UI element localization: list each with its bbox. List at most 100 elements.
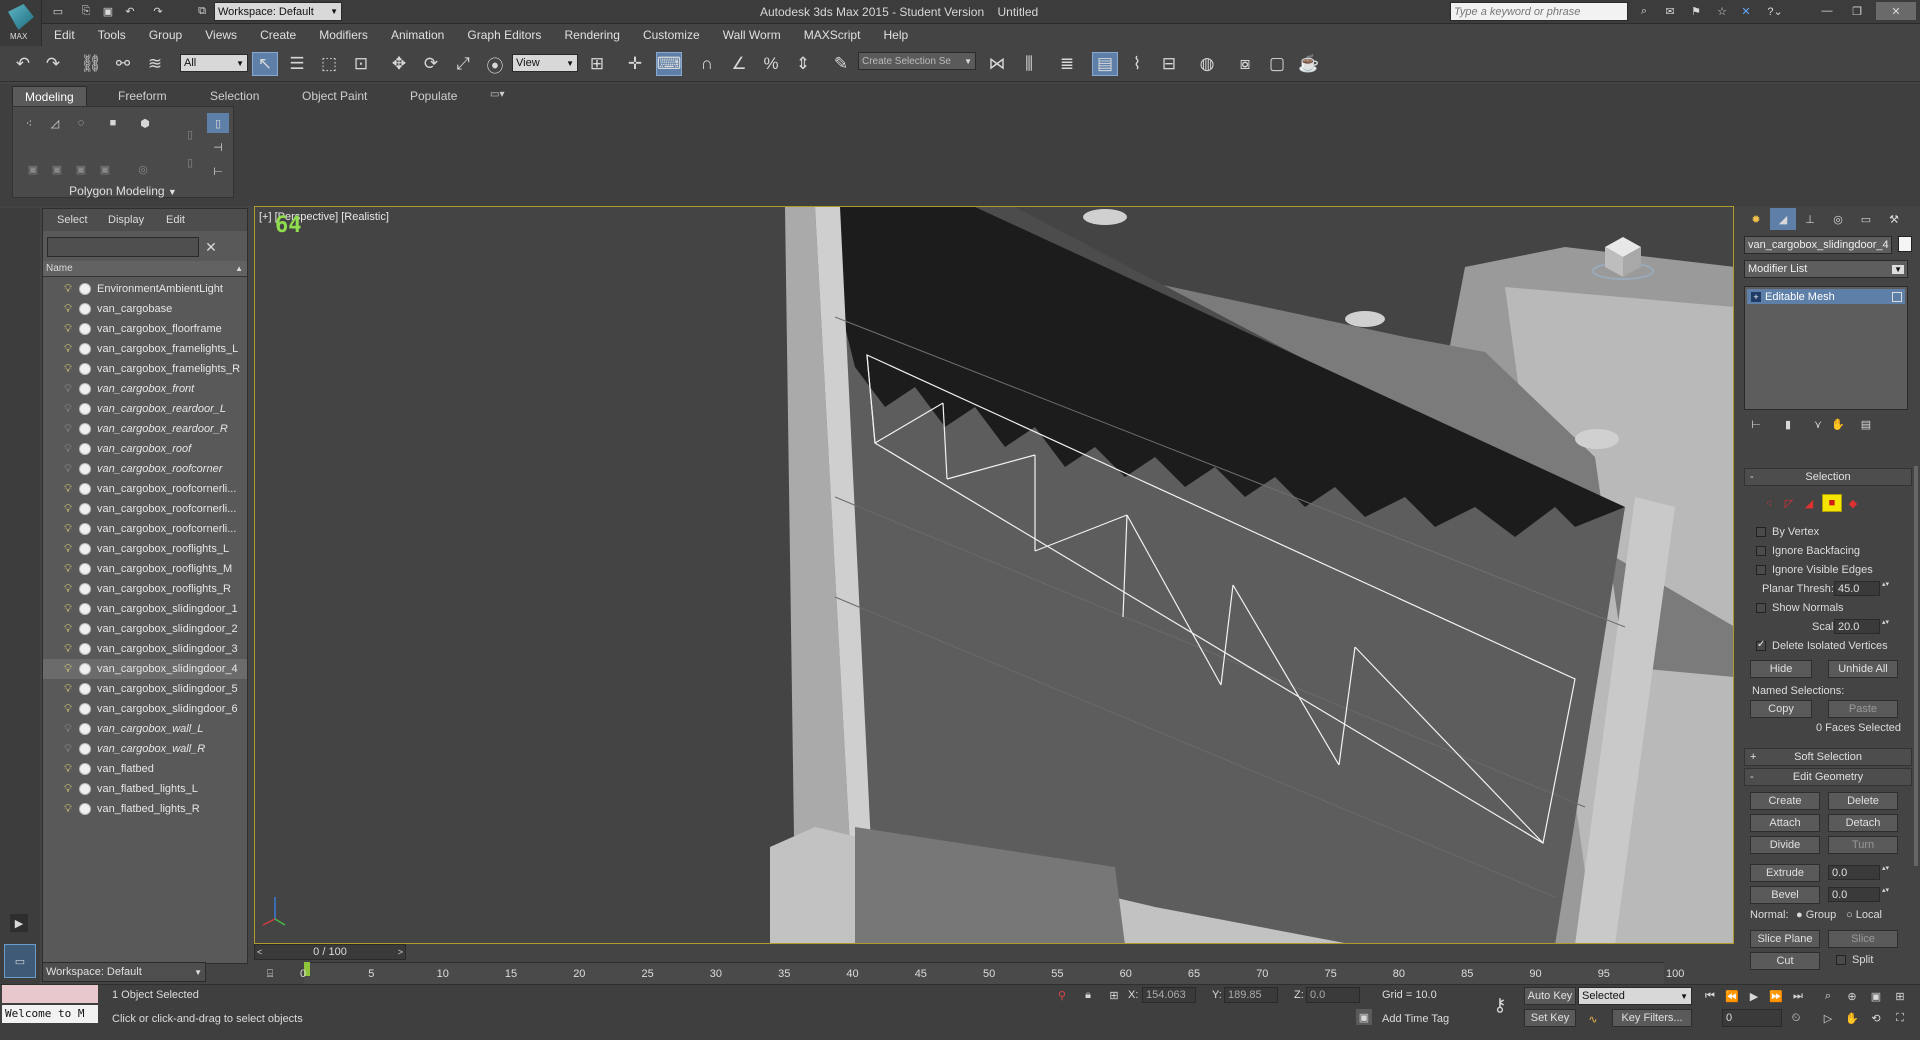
motion-tab-icon[interactable]: ◎: [1826, 208, 1850, 230]
ribbon-side-icon-1[interactable]: ▯: [179, 123, 201, 145]
light-bulb-icon[interactable]: 💡︎: [63, 603, 73, 615]
absolute-mode-icon[interactable]: ⊞: [1106, 987, 1122, 1003]
hide-button[interactable]: Hide: [1750, 660, 1812, 678]
scene-tree-row[interactable]: 💡︎ van_cargobox_slidingdoor_3: [43, 639, 247, 659]
undo-icon[interactable]: ↶: [10, 52, 36, 76]
sub-object-icon-4[interactable]: ▣: [95, 159, 115, 179]
edge-icon[interactable]: ◿: [45, 113, 65, 133]
local-radio[interactable]: ○ Local: [1846, 909, 1882, 921]
scene-tree-row[interactable]: 💡︎ van_flatbed_lights_L: [43, 779, 247, 799]
clear-filter-icon[interactable]: ✕: [203, 239, 219, 255]
scene-tree-row[interactable]: 💡︎ van_cargobox_wall_R: [43, 739, 247, 759]
modify-tab-icon[interactable]: ◢: [1770, 208, 1796, 230]
rectangular-selection-icon[interactable]: ⬚: [316, 52, 342, 76]
group-radio[interactable]: ● Group: [1796, 909, 1836, 921]
prev-frame-icon[interactable]: <: [257, 947, 262, 957]
scene-tree-row[interactable]: 💡︎ van_cargobox_roofcornerli...: [43, 499, 247, 519]
delete-isolated-checkbox[interactable]: Delete Isolated Vertices: [1756, 639, 1888, 652]
pivot-icon[interactable]: ⊞: [584, 52, 610, 76]
stack-item-editable-mesh[interactable]: + Editable Mesh: [1747, 289, 1905, 304]
next-key-icon[interactable]: ⏩: [1766, 987, 1786, 1005]
binoculars-icon[interactable]: ⌕: [1636, 3, 1652, 19]
light-bulb-icon[interactable]: 💡︎: [63, 583, 73, 595]
play-icon[interactable]: ▶: [1744, 987, 1764, 1005]
menu-edit[interactable]: Edit: [44, 24, 85, 46]
select-by-name-icon[interactable]: ☰: [284, 52, 310, 76]
goto-start-icon[interactable]: ⏮: [1700, 987, 1720, 1005]
unlink-icon[interactable]: ⚯: [110, 52, 136, 76]
attach-button[interactable]: Attach: [1750, 814, 1820, 832]
window-crossing-icon[interactable]: ⊡: [348, 52, 374, 76]
prev-key-icon[interactable]: ⏪: [1722, 987, 1742, 1005]
modifier-list-dropdown[interactable]: Modifier List ▼: [1744, 260, 1908, 278]
slice-button[interactable]: Slice: [1828, 930, 1898, 948]
snaps-toggle-icon[interactable]: ∩: [694, 52, 720, 76]
tab-freeform[interactable]: Freeform: [118, 89, 167, 103]
ribbon-side-icon-3[interactable]: ⊣: [207, 137, 229, 157]
ribbon-options-icon[interactable]: ▭▾: [490, 89, 504, 100]
light-bulb-icon[interactable]: 💡︎: [63, 763, 73, 775]
name-column-header[interactable]: Name ▲: [43, 261, 247, 277]
light-bulb-icon[interactable]: 💡︎: [63, 543, 73, 555]
scale-icon[interactable]: ⤢: [450, 52, 476, 76]
subscription-icon[interactable]: ✉: [1662, 3, 1678, 19]
pin-stack-icon[interactable]: ⊢: [1748, 416, 1764, 432]
z-coord-field[interactable]: 0.0: [1306, 987, 1360, 1003]
light-bulb-icon[interactable]: 💡︎: [63, 783, 73, 795]
scene-workspace-dropdown[interactable]: Workspace: Default ▼: [42, 962, 206, 982]
bind-space-warp-icon[interactable]: ≋: [142, 52, 168, 76]
scene-tree-row[interactable]: 💡︎ van_flatbed_lights_R: [43, 799, 247, 819]
turn-button[interactable]: Turn: [1828, 836, 1898, 854]
paste-button[interactable]: Paste: [1828, 700, 1898, 718]
extrude-spinner[interactable]: 0.0: [1828, 865, 1880, 880]
reference-coord-dropdown[interactable]: View ▼: [512, 54, 578, 72]
light-bulb-icon[interactable]: 💡︎: [63, 283, 73, 295]
polygon-mode-icon[interactable]: ■: [1822, 494, 1842, 512]
scale-spinner[interactable]: 20.0: [1834, 619, 1880, 634]
ignore-visible-edges-checkbox[interactable]: Ignore Visible Edges: [1756, 564, 1873, 576]
utilities-tab-icon[interactable]: ⚒: [1882, 208, 1906, 230]
undo-small-icon[interactable]: ↶: [122, 3, 138, 19]
tab-modeling[interactable]: Modeling: [12, 86, 87, 108]
bevel-button[interactable]: Bevel: [1750, 886, 1820, 904]
scene-tree-row[interactable]: 💡︎ van_cargobox_slidingdoor_6: [43, 699, 247, 719]
y-coord-field[interactable]: 189.85: [1224, 987, 1278, 1003]
angle-snap-icon[interactable]: ∠: [726, 52, 752, 76]
light-bulb-icon[interactable]: 💡︎: [63, 663, 73, 675]
maxscript-listener[interactable]: [2, 985, 98, 1003]
scene-tree-row[interactable]: 💡︎ van_cargobox_reardoor_R: [43, 419, 247, 439]
scene-tree-row[interactable]: 💡︎ van_cargobox_rooflights_L: [43, 539, 247, 559]
unhide-all-button[interactable]: Unhide All: [1828, 660, 1898, 678]
sub-object-icon-5[interactable]: ◎: [133, 159, 153, 179]
light-bulb-icon[interactable]: 💡︎: [63, 643, 73, 655]
light-bulb-icon[interactable]: 💡︎: [63, 683, 73, 695]
vertex-mode-icon[interactable]: ⁖: [1760, 494, 1778, 512]
manipulate-icon[interactable]: ✛: [622, 52, 648, 76]
scene-filter-input[interactable]: [47, 237, 199, 257]
edge-mode-icon[interactable]: ◸: [1780, 494, 1798, 512]
scene-tree-row[interactable]: 💡︎ van_cargobox_framelights_L: [43, 339, 247, 359]
pan-icon[interactable]: ✋: [1842, 1009, 1862, 1027]
selection-rollout-header[interactable]: - Selection: [1744, 468, 1912, 486]
mini-curve-editor-icon[interactable]: ⌸: [262, 966, 278, 982]
ribbon-side-icon-4[interactable]: ⊢: [207, 161, 229, 181]
light-bulb-icon[interactable]: 💡︎: [63, 383, 73, 395]
orbit-icon[interactable]: ⟲: [1866, 1009, 1886, 1027]
communication-icon[interactable]: ⚑: [1688, 3, 1704, 19]
menu-tools[interactable]: Tools: [88, 24, 136, 46]
scene-tree-row[interactable]: 💡︎ van_cargobox_roofcornerli...: [43, 519, 247, 539]
rotate-icon[interactable]: ⟳: [418, 52, 444, 76]
add-time-tag[interactable]: Add Time Tag: [1382, 1013, 1449, 1025]
restore-icon[interactable]: ❐: [1844, 2, 1870, 20]
light-bulb-icon[interactable]: 💡︎: [63, 363, 73, 375]
by-vertex-checkbox[interactable]: By Vertex: [1756, 526, 1819, 538]
set-key-icon[interactable]: ∿: [1582, 1009, 1604, 1029]
close-x-icon[interactable]: ✕: [1738, 3, 1754, 19]
edit-named-selection-icon[interactable]: ✎: [828, 52, 854, 76]
menu-animation[interactable]: Animation: [381, 24, 454, 46]
selection-filter-dropdown[interactable]: All ▼: [180, 54, 248, 72]
maxscript-output[interactable]: Welcome to M: [2, 1005, 98, 1023]
show-end-result-icon[interactable]: ▮: [1780, 416, 1796, 432]
minimize-icon[interactable]: —: [1814, 2, 1840, 20]
light-bulb-icon[interactable]: 💡︎: [63, 423, 73, 435]
